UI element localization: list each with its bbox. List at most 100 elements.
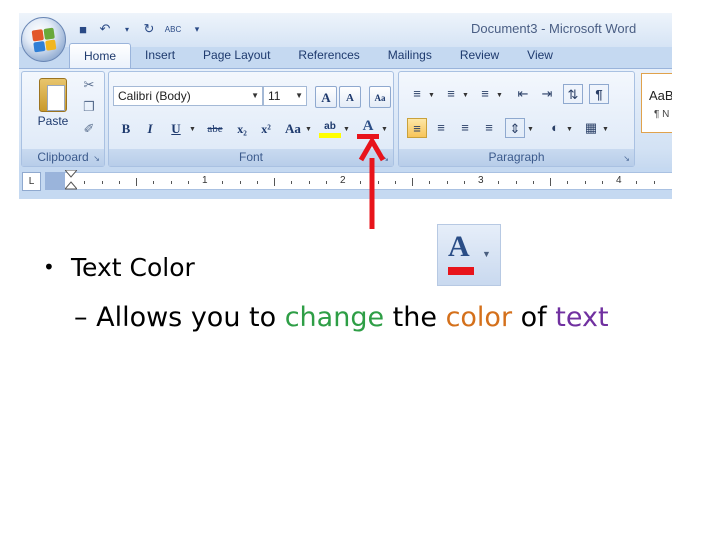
ruler-tick xyxy=(170,181,172,184)
sub-bullet-dash: – xyxy=(74,302,88,333)
sub-bullet-description: Allows you to change the color of text xyxy=(96,302,608,333)
ruler-tick xyxy=(412,178,413,186)
line-spacing-icon[interactable]: ⇕ xyxy=(505,118,525,138)
bold-button[interactable]: B xyxy=(115,118,137,140)
tab-references[interactable]: References xyxy=(284,43,373,69)
dialog-launcher-icon[interactable]: ↘ xyxy=(382,154,389,163)
change-case-button[interactable]: Aa xyxy=(281,118,305,140)
bullet-icon: • xyxy=(43,255,55,279)
dialog-launcher-icon[interactable]: ↘ xyxy=(623,154,630,163)
ribbon: Paste ✂ ❐ ✐ Clipboard ↘ Calibri (Body) ▼… xyxy=(19,68,672,168)
multilevel-list-icon[interactable]: ≡ xyxy=(475,84,495,104)
copy-icon[interactable]: ❐ xyxy=(80,98,98,116)
styles-gallery[interactable]: AaB ¶ N xyxy=(641,73,672,133)
shading-icon[interactable]: ◐ xyxy=(545,118,565,138)
bullets-icon[interactable]: ≡ xyxy=(407,84,427,104)
undo-icon[interactable]: ↶ xyxy=(97,21,113,37)
justify-icon[interactable]: ≡ xyxy=(479,118,499,138)
ruler-tick xyxy=(377,181,379,184)
chevron-down-icon[interactable]: ▼ xyxy=(428,92,435,99)
paragraph-group: ≡ ▼ ≡ ▼ ≡ ▼ ⇤ ⇥ ⇅ ¶ ≡ ≡ ≡ ≡ ⇕ ▼ ◐ ▼ ▦ ▼ … xyxy=(398,71,635,167)
horizontal-ruler[interactable]: 1 2 3 4 xyxy=(65,172,672,190)
grow-font-button[interactable]: A xyxy=(315,86,337,108)
sub-text-part: of xyxy=(512,302,556,333)
paste-button[interactable]: Paste xyxy=(30,76,76,136)
chevron-down-icon[interactable]: ▼ xyxy=(381,126,388,133)
decrease-indent-icon[interactable]: ⇤ xyxy=(513,84,533,104)
spelling-icon[interactable]: ABC xyxy=(163,25,183,34)
dialog-launcher-icon[interactable]: ↘ xyxy=(93,154,100,163)
chevron-down-icon[interactable]: ▼ xyxy=(566,126,573,133)
numbering-icon[interactable]: ≡ xyxy=(441,84,461,104)
word-ribbon-screenshot: ■ ↶ ▾ ↻ ABC ▾ Document3 - Microsoft Word… xyxy=(19,13,672,199)
chevron-down-icon[interactable]: ▼ xyxy=(305,126,312,133)
cut-icon[interactable]: ✂ xyxy=(80,76,98,94)
align-right-icon[interactable]: ≡ xyxy=(455,118,475,138)
chevron-down-icon[interactable]: ▼ xyxy=(343,126,350,133)
font-size-value: 11 xyxy=(268,89,281,103)
title-bar: ■ ↶ ▾ ↻ ABC ▾ Document3 - Microsoft Word xyxy=(19,13,672,47)
sub-text-part: change xyxy=(284,302,385,333)
font-group: Calibri (Body) ▼ 11 ▼ A A Aa B I U ▼ abe… xyxy=(108,71,394,167)
ribbon-tabs: Home Insert Page Layout References Mailings R… xyxy=(69,43,567,69)
tab-view[interactable]: View xyxy=(513,43,567,69)
ruler-tick xyxy=(429,181,431,184)
chevron-down-icon: ▼ xyxy=(482,249,491,259)
underline-button[interactable]: U xyxy=(165,118,187,140)
paragraph-group-label: Paragraph xyxy=(399,149,634,166)
sub-text-part: Allows you to xyxy=(96,302,285,333)
chevron-down-icon[interactable]: ▼ xyxy=(462,92,469,99)
chevron-down-icon[interactable]: ▼ xyxy=(189,126,196,133)
tab-review[interactable]: Review xyxy=(446,43,513,69)
chevron-down-icon[interactable]: ▼ xyxy=(602,126,609,133)
save-icon[interactable]: ■ xyxy=(75,22,91,37)
show-formatting-icon[interactable]: ¶ xyxy=(589,84,609,104)
undo-dropdown-icon[interactable]: ▾ xyxy=(119,25,135,34)
ruler-tick xyxy=(584,181,586,184)
ruler-tick xyxy=(187,181,189,184)
redo-icon[interactable]: ↻ xyxy=(141,21,157,37)
clipboard-group-label: Clipboard xyxy=(22,149,104,166)
ruler-tick xyxy=(446,181,448,184)
chevron-down-icon[interactable]: ▼ xyxy=(527,126,534,133)
ruler-tick xyxy=(532,181,534,184)
borders-icon[interactable]: ▦ xyxy=(581,118,601,138)
italic-button[interactable]: I xyxy=(139,118,161,140)
ruler-tick xyxy=(463,181,465,184)
strikethrough-button[interactable]: abe xyxy=(201,118,229,140)
align-left-icon[interactable]: ≡ xyxy=(407,118,427,138)
font-name-combo[interactable]: Calibri (Body) ▼ xyxy=(113,86,263,106)
ruler-tick xyxy=(291,181,293,184)
font-color-button-zoomed: A ▼ xyxy=(437,224,501,286)
customize-icon[interactable]: ▾ xyxy=(189,24,205,35)
ruler-tick xyxy=(515,181,517,184)
shrink-font-button[interactable]: A xyxy=(339,86,361,108)
superscript-button[interactable]: x² xyxy=(255,118,277,140)
heading-text: Text Color xyxy=(71,253,195,282)
font-color-letter: A xyxy=(448,230,470,263)
chevron-down-icon[interactable]: ▼ xyxy=(496,92,503,99)
tab-home[interactable]: Home xyxy=(69,43,132,69)
subscript-button[interactable]: x₂ xyxy=(231,118,253,140)
ruler-tick xyxy=(153,181,155,184)
indent-marker-icon[interactable] xyxy=(65,170,77,192)
sort-icon[interactable]: ⇅ xyxy=(563,84,583,104)
office-button[interactable] xyxy=(21,17,66,62)
ruler-tick xyxy=(360,181,362,184)
ruler-number: 4 xyxy=(616,175,622,186)
align-center-icon[interactable]: ≡ xyxy=(431,118,451,138)
font-color-button[interactable]: A xyxy=(357,115,379,139)
tab-page-layout[interactable]: Page Layout xyxy=(189,43,284,69)
clear-formatting-button[interactable]: Aa xyxy=(369,86,391,108)
increase-indent-icon[interactable]: ⇥ xyxy=(537,84,557,104)
tab-mailings[interactable]: Mailings xyxy=(374,43,446,69)
tab-insert[interactable]: Insert xyxy=(131,43,189,69)
highlight-button[interactable]: ab xyxy=(319,116,341,138)
font-size-combo[interactable]: 11 ▼ xyxy=(263,86,307,106)
tab-selector-button[interactable]: L xyxy=(22,172,41,191)
window-title: Document3 - Microsoft Word xyxy=(471,21,637,36)
style-preview: AaB xyxy=(649,88,672,103)
font-group-label: Font xyxy=(109,149,393,166)
chevron-down-icon: ▼ xyxy=(295,91,303,100)
format-painter-icon[interactable]: ✐ xyxy=(80,120,98,138)
